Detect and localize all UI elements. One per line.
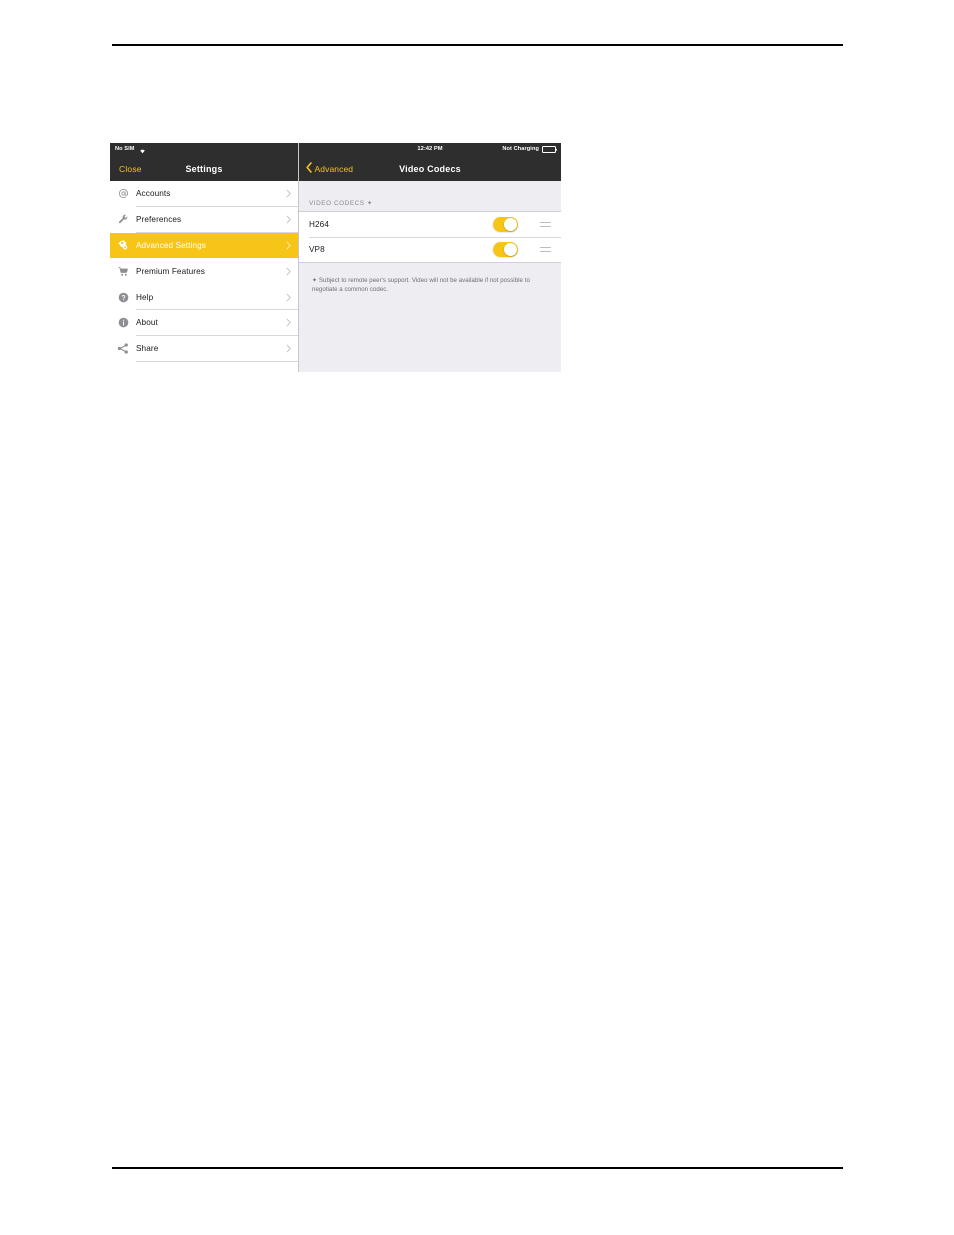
sidebar-item-label: Premium Features — [136, 266, 205, 276]
sidebar-item-premium-features[interactable]: Premium Features — [110, 258, 298, 285]
chevron-right-icon — [278, 318, 298, 327]
chevron-right-icon — [278, 241, 298, 250]
sidebar-item-advanced-settings[interactable]: Advanced Settings — [110, 232, 298, 259]
reorder-line — [540, 250, 551, 253]
sidebar-item-label: Help — [136, 292, 154, 302]
at-sign-icon — [110, 188, 136, 199]
carrier-label: No SIM — [115, 145, 135, 152]
toggle-knob — [504, 243, 517, 256]
sidebar-item-label: Accounts — [136, 189, 171, 199]
settings-nav-bar: Close Settings — [110, 156, 298, 181]
charging-status-label: Not Charging — [502, 145, 539, 152]
reorder-line — [540, 221, 551, 224]
video-codecs-panel: 12:42 PM Not Charging Advanced Video Cod… — [298, 143, 561, 372]
codecs-content: VIDEO CODECS ✦ H264 VP8 ✦ Subject to rem… — [299, 181, 561, 372]
info-circle-icon — [110, 317, 136, 328]
page-header-rule — [112, 44, 843, 46]
right-status-bar: 12:42 PM Not Charging — [299, 143, 561, 156]
left-status-bar: No SIM — [110, 143, 298, 156]
reorder-line — [540, 246, 551, 249]
sidebar-item-label: Preferences — [136, 215, 182, 225]
sidebar-item-share[interactable]: Share — [110, 335, 298, 362]
chevron-right-icon — [278, 189, 298, 198]
question-circle-icon — [110, 292, 136, 303]
app-screenshot: No SIM Close Settings Accounts Preferenc… — [110, 143, 561, 372]
reorder-handle-vp8[interactable] — [540, 246, 551, 253]
sidebar-item-preferences[interactable]: Preferences — [110, 206, 298, 233]
codec-row-vp8[interactable]: VP8 — [299, 237, 561, 262]
codec-toggle-h264[interactable] — [493, 217, 518, 232]
sidebar-item-label: Share — [136, 344, 159, 354]
settings-menu-list: Accounts Preferences Advanced Settings P… — [110, 181, 298, 372]
codec-list: H264 VP8 — [299, 211, 561, 263]
toggle-knob — [504, 218, 517, 231]
reorder-line — [540, 225, 551, 228]
page-title: Video Codecs — [399, 163, 461, 174]
codec-toggle-vp8[interactable] — [493, 242, 518, 257]
section-header: VIDEO CODECS ✦ — [309, 200, 373, 207]
chevron-right-icon — [278, 344, 298, 353]
codec-name: H264 — [309, 220, 329, 229]
battery-icon — [542, 146, 556, 153]
settings-sidebar-panel: No SIM Close Settings Accounts Preferenc… — [110, 143, 298, 372]
settings-title: Settings — [185, 163, 223, 174]
sidebar-item-about[interactable]: About — [110, 309, 298, 336]
row-separator — [136, 360, 298, 362]
chevron-right-icon — [278, 215, 298, 224]
codec-row-h264[interactable]: H264 — [299, 212, 561, 237]
video-codecs-nav-bar: Advanced Video Codecs — [299, 156, 561, 181]
sidebar-item-accounts[interactable]: Accounts — [110, 181, 298, 207]
codec-name: VP8 — [309, 245, 325, 254]
wrench-icon — [110, 214, 136, 225]
sidebar-item-help[interactable]: Help — [110, 284, 298, 310]
share-icon — [110, 343, 136, 354]
reorder-handle-h264[interactable] — [540, 221, 551, 228]
chevron-right-icon — [278, 293, 298, 302]
gears-icon — [110, 239, 136, 251]
page-footer-rule — [112, 1167, 843, 1169]
shopping-cart-icon — [110, 266, 136, 277]
footnote-text: ✦ Subject to remote peer's support. Vide… — [312, 277, 530, 294]
chevron-right-icon — [278, 267, 298, 276]
sidebar-item-label: Advanced Settings — [136, 240, 206, 250]
status-bar-right-group: Not Charging — [502, 146, 556, 153]
sidebar-item-label: About — [136, 318, 158, 328]
